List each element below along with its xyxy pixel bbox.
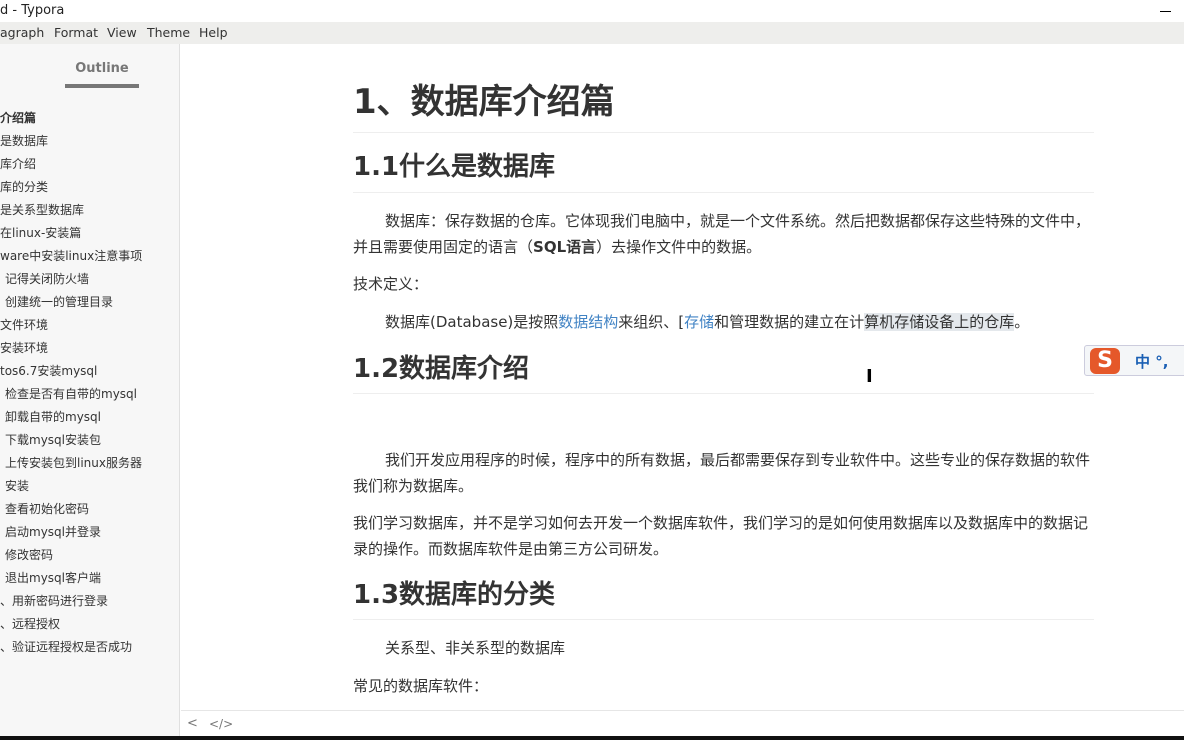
text: 数据库(Database)是按照 — [385, 313, 559, 331]
outline-item[interactable]: 、远程授权 — [0, 616, 60, 632]
heading-1-2: 1.2数据库介绍 — [353, 354, 530, 384]
outline-tab-indicator — [65, 84, 139, 88]
paragraph: 我们学习数据库，并不是学习如何去开发一个数据库软件，我们学习的是如何使用数据库以… — [353, 514, 1089, 558]
text: 来组织、[ — [618, 313, 685, 331]
outline-item[interactable]: 在linux-安装篇 — [0, 225, 81, 241]
paragraph: 数据库：保存数据的仓库。它体现我们电脑中，就是一个文件系统。然后把数据都保存这些… — [353, 208, 1094, 260]
text: ）去操作文件中的数据。 — [596, 238, 762, 256]
minimize-button[interactable] — [1156, 2, 1176, 20]
status-bar: < </> — [181, 710, 1184, 736]
menu-format[interactable]: Format — [54, 22, 98, 44]
link-storage[interactable]: 存储 — [684, 313, 714, 331]
menu-paragraph[interactable]: agraph — [0, 22, 44, 44]
source-mode-button[interactable]: </> — [209, 711, 233, 737]
menu-help[interactable]: Help — [199, 22, 228, 44]
menu-theme[interactable]: Theme — [147, 22, 190, 44]
taskbar-edge — [0, 736, 1184, 740]
outline-item[interactable]: 介绍篇 — [0, 110, 36, 126]
bold-text: SQL语言 — [533, 238, 597, 256]
window-title: d - Typora — [0, 3, 65, 18]
toggle-sidebar-button[interactable]: < — [187, 711, 198, 737]
outline-item[interactable]: 上传安装包到linux服务器 — [5, 455, 142, 471]
outline-item[interactable]: 退出mysql客户端 — [5, 570, 101, 586]
outline-item[interactable]: 卸载自带的mysql — [5, 409, 101, 425]
outline-item[interactable]: 安装 — [5, 478, 29, 494]
divider — [353, 619, 1094, 620]
outline-item[interactable]: 库的分类 — [0, 179, 48, 195]
outline-item[interactable]: 、用新密码进行登录 — [0, 593, 108, 609]
outline-item[interactable]: 创建统一的管理目录 — [5, 294, 113, 310]
paragraph: 技术定义： — [353, 275, 429, 293]
outline-item[interactable]: 库介绍 — [0, 156, 36, 172]
outline-item[interactable]: tos6.7安装mysql — [0, 363, 97, 379]
divider — [353, 393, 1094, 394]
outline-item[interactable]: 修改密码 — [5, 547, 53, 563]
text-cursor-icon: I — [866, 366, 873, 387]
ime-mode[interactable]: 中 °, — [1135, 351, 1168, 372]
divider — [353, 192, 1094, 193]
outline-item[interactable]: 是关系型数据库 — [0, 202, 84, 218]
title-bar: d - Typora — [0, 0, 1184, 22]
selected-text: 算机存储设备上的仓库 — [864, 313, 1015, 331]
text: 和管理数据的建立在计 — [714, 313, 865, 331]
menu-view[interactable]: View — [107, 22, 137, 44]
outline-item[interactable]: 、验证远程授权是否成功 — [0, 639, 132, 655]
divider — [353, 132, 1094, 133]
text: 。 — [1014, 313, 1030, 331]
outline-item[interactable]: 下载mysql安装包 — [5, 432, 101, 448]
outline-item[interactable]: ware中安装linux注意事项 — [0, 248, 142, 264]
outline-item[interactable]: 是数据库 — [0, 133, 48, 149]
outline-item[interactable]: 文件环境 — [0, 317, 48, 333]
outline-item[interactable]: 启动mysql并登录 — [5, 524, 101, 540]
editor[interactable]: 1、数据库介绍篇 1.1什么是数据库 数据库：保存数据的仓库。它体现我们电脑中，… — [181, 44, 1184, 710]
heading-1: 1、数据库介绍篇 — [353, 82, 615, 122]
paragraph: 我们开发应用程序的时候，程序中的所有数据，最后都需要保存到专业软件中。这些专业的… — [353, 451, 1091, 495]
heading-1-3: 1.3数据库的分类 — [353, 580, 556, 610]
link-data-structure[interactable]: 数据结构 — [558, 313, 618, 331]
outline-tab[interactable]: Outline — [66, 61, 138, 76]
outline-item[interactable]: 安装环境 — [0, 340, 48, 356]
ime-toolbar[interactable]: S 中 °, — [1084, 345, 1184, 376]
outline-item[interactable]: 检查是否有自带的mysql — [5, 386, 137, 402]
paragraph: 数据库(Database)是按照数据结构来组织、[存储和管理数据的建立在计算机存… — [353, 309, 1094, 335]
paragraph: 关系型、非关系型的数据库 — [385, 639, 566, 657]
outline-item[interactable]: 查看初始化密码 — [5, 501, 89, 517]
heading-1-1: 1.1什么是数据库 — [353, 152, 556, 182]
menu-bar: agraph Format View Theme Help — [0, 22, 1184, 44]
paragraph: 常见的数据库软件： — [353, 677, 489, 695]
outline-item[interactable]: 记得关闭防火墙 — [5, 271, 89, 287]
sogou-logo-icon: S — [1090, 348, 1120, 374]
outline-sidebar: Outline 介绍篇是数据库库介绍库的分类是关系型数据库 在linux-安装篇 w… — [0, 44, 180, 736]
